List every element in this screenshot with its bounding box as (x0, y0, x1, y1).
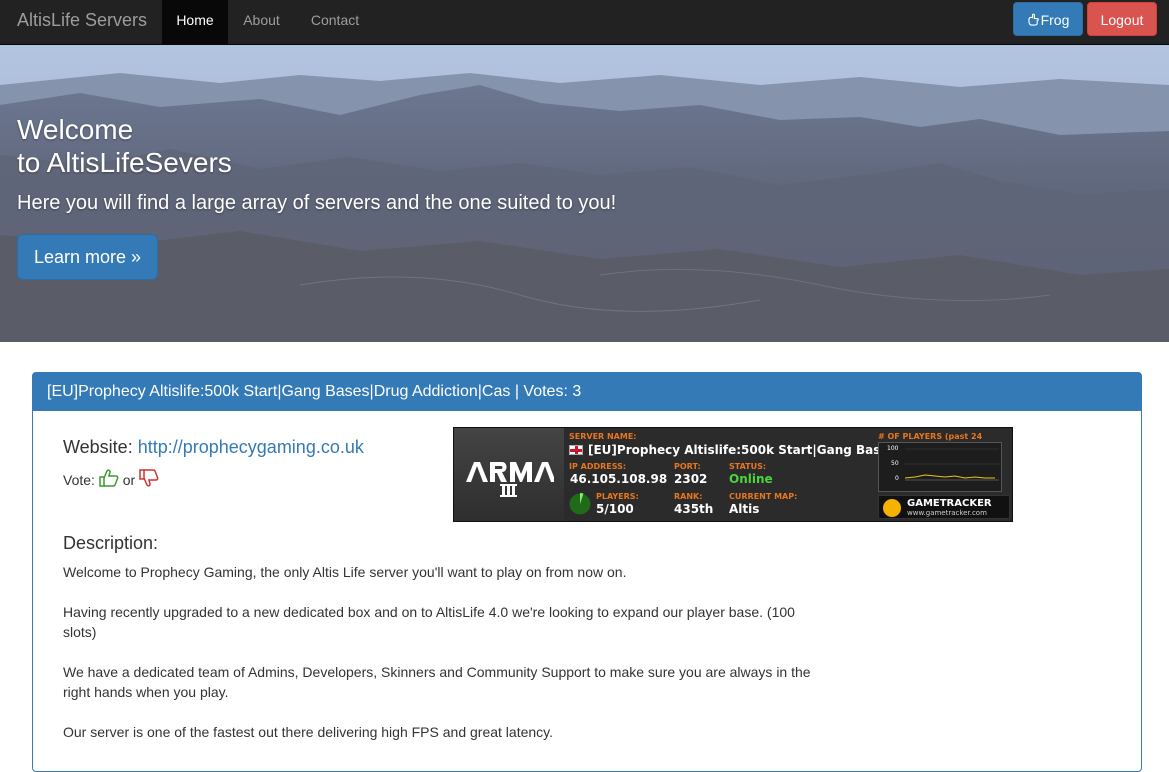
server-panel-heading: [EU]Prophecy Altislife:500k Start|Gang B… (33, 373, 1141, 411)
user-frog-button[interactable]: Frog (1013, 2, 1083, 36)
brand-logo-text[interactable]: AltisLife Servers (17, 10, 147, 31)
banner-players-label: PLAYERS: (596, 492, 639, 501)
nav-item-contact[interactable]: Contact (295, 0, 375, 44)
thumbs-down-icon[interactable] (139, 469, 159, 487)
vote-or: or (122, 472, 136, 488)
gametracker-name: GAMETRACKER (907, 498, 992, 509)
banner-rank: 435th (674, 502, 714, 516)
learn-more-button[interactable]: Learn more » (17, 234, 158, 280)
user-frog-label: Frog (1040, 12, 1070, 28)
uk-flag-icon (569, 445, 583, 455)
banner-ip-label: IP ADDRESS: (569, 462, 627, 471)
graph-tick-50: 50 (891, 460, 899, 467)
players-gauge-icon (568, 492, 592, 516)
description-paragraph: Having recently upgraded to a new dedica… (63, 604, 795, 640)
banner-status-label: STATUS: (729, 462, 767, 471)
website-link[interactable]: http://prophecygaming.co.uk (138, 437, 364, 457)
banner-status: Online (729, 472, 773, 486)
banner-map: Altis (729, 502, 760, 516)
server-panel: [EU]Prophecy Altislife:500k Start|Gang B… (32, 372, 1142, 772)
logout-button[interactable]: Logout (1087, 2, 1157, 36)
arma-logo-area (454, 428, 564, 521)
vote-label: Vote: (63, 472, 95, 488)
hand-pointing-icon (1027, 13, 1039, 26)
hero-title: Welcome to AltisLifeSevers (17, 113, 232, 179)
hero-title-line2: to AltisLifeSevers (17, 147, 232, 178)
description-paragraph: Welcome to Prophecy Gaming, the only Alt… (63, 564, 627, 580)
description-paragraph: We have a dedicated team of Admins, Deve… (63, 664, 811, 700)
description-title: Description: (63, 533, 159, 553)
banner-port-label: PORT: (674, 462, 701, 471)
gametracker-logo: GAMETRACKER www.gametracker.com (878, 495, 1010, 519)
gametracker-banner[interactable]: SERVER NAME: [EU]Prophecy Altislife:500k… (453, 427, 1013, 522)
graph-tick-0: 0 (895, 475, 899, 482)
banner-players: 5/100 (596, 502, 634, 516)
hero-jumbotron: Welcome to AltisLifeSevers Here you will… (0, 45, 1169, 342)
arma3-logo-icon (466, 462, 554, 497)
description-paragraph: Our server is one of the fastest out the… (63, 724, 554, 740)
nav-item-about[interactable]: About (228, 0, 295, 44)
nav-item-home[interactable]: Home (162, 0, 228, 44)
banner-map-label: CURRENT MAP: (729, 492, 798, 501)
vote-row: Vote: or (63, 469, 159, 488)
description-body: Welcome to Prophecy Gaming, the only Alt… (63, 562, 823, 762)
players-graph: 100 50 0 (878, 442, 1002, 492)
graph-tick-100: 100 (887, 445, 899, 452)
banner-server-name: [EU]Prophecy Altislife:500k Start|Gang B… (588, 443, 895, 457)
banner-server-name-label: SERVER NAME: (569, 432, 637, 441)
hero-subtitle: Here you will find a large array of serv… (17, 192, 617, 214)
website-row: Website: http://prophecygaming.co.uk (63, 437, 364, 458)
banner-port: 2302 (674, 472, 708, 486)
thumbs-up-icon[interactable] (99, 469, 119, 487)
website-label: Website: (63, 437, 133, 457)
hero-title-line1: Welcome (17, 114, 134, 145)
banner-ip: 46.105.108.98 (570, 472, 668, 486)
gametracker-g-icon (883, 499, 901, 517)
players-graph-line (905, 448, 999, 481)
banner-rank-label: RANK: (674, 492, 703, 501)
gametracker-url: www.gametracker.com (907, 509, 987, 517)
navbar: AltisLife Servers Home About Contact Fro… (0, 0, 1169, 45)
